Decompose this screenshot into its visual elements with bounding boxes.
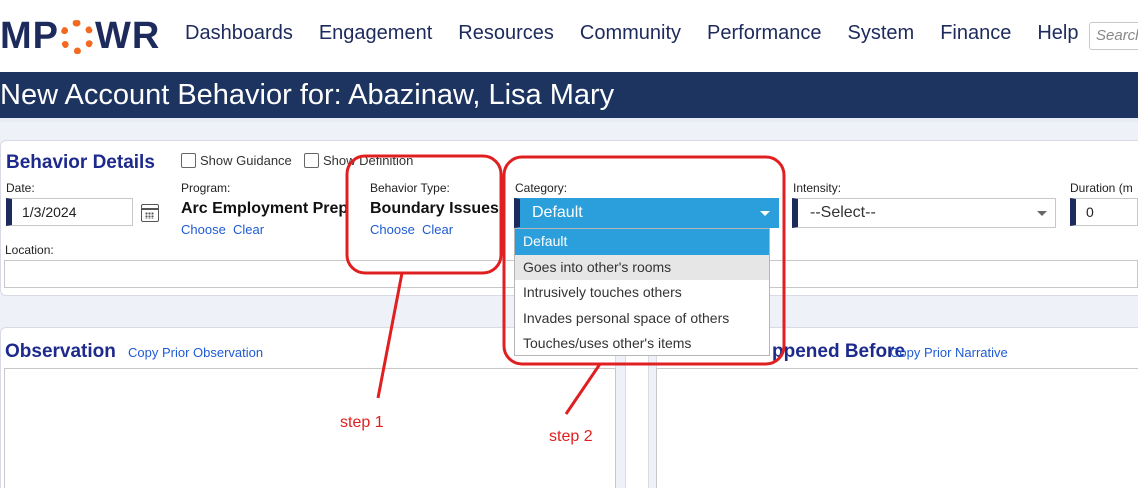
main-nav: Dashboards Engagement Resources Communit…: [185, 22, 1105, 45]
observation-title: Observation: [5, 341, 116, 362]
category-option-goes-into-rooms[interactable]: Goes into other's rooms: [515, 254, 769, 280]
nav-finance[interactable]: Finance: [940, 22, 1011, 45]
logo-ring-icon: [60, 20, 94, 54]
category-option-default[interactable]: Default: [515, 229, 769, 255]
behavior-type-clear-link[interactable]: Clear: [422, 222, 453, 237]
show-definition-label: Show Definition: [323, 153, 414, 168]
search-input[interactable]: Search: [1089, 22, 1138, 50]
checkbox-box[interactable]: [181, 153, 196, 168]
behavior-type-label: Behavior Type:: [370, 181, 450, 195]
category-option-invades-personal-space[interactable]: Invades personal space of others: [515, 306, 769, 332]
category-selected-value: Default: [532, 204, 583, 221]
program-value: Arc Employment Prep: [181, 200, 349, 217]
nav-resources[interactable]: Resources: [458, 22, 554, 45]
intensity-selected-value: --Select--: [810, 204, 876, 221]
checkbox-box[interactable]: [304, 153, 319, 168]
duration-input[interactable]: 0: [1070, 198, 1138, 226]
copy-prior-observation-link[interactable]: Copy Prior Observation: [128, 345, 263, 360]
show-guidance-checkbox[interactable]: Show Guidance: [181, 153, 292, 168]
program-clear-link[interactable]: Clear: [233, 222, 264, 237]
observation-textarea[interactable]: [4, 368, 616, 488]
nav-engagement[interactable]: Engagement: [319, 22, 432, 45]
nav-performance[interactable]: Performance: [707, 22, 822, 45]
category-option-touches-items[interactable]: Touches/uses other's items: [515, 331, 769, 357]
category-label: Category:: [515, 181, 568, 195]
nav-community[interactable]: Community: [580, 22, 681, 45]
happened-before-title: ppened Before: [772, 341, 906, 362]
logo-text-left: MP: [0, 14, 59, 57]
nav-help[interactable]: Help: [1037, 22, 1078, 45]
date-input[interactable]: 1/3/2024: [6, 198, 133, 226]
location-label: Location:: [5, 243, 54, 257]
nav-system[interactable]: System: [848, 22, 915, 45]
category-select[interactable]: Default: [514, 198, 779, 228]
nav-dashboards[interactable]: Dashboards: [185, 22, 293, 45]
behavior-details-title: Behavior Details: [6, 152, 155, 173]
chevron-down-icon: [1037, 211, 1047, 216]
duration-label: Duration (m: [1070, 181, 1133, 195]
program-choose-link[interactable]: Choose: [181, 222, 226, 237]
calendar-icon[interactable]: [141, 204, 159, 222]
happened-before-textarea[interactable]: [656, 368, 1138, 488]
show-guidance-label: Show Guidance: [200, 153, 292, 168]
step1-annotation: step 1: [340, 414, 384, 431]
behavior-type-choose-link[interactable]: Choose: [370, 222, 415, 237]
page-title: New Account Behavior for: Abazinaw, Lisa…: [0, 72, 1138, 118]
logo-text-right: WR: [95, 14, 161, 57]
intensity-select[interactable]: --Select--: [792, 198, 1056, 228]
intensity-label: Intensity:: [793, 181, 842, 195]
mpowr-logo[interactable]: MP WR: [0, 14, 161, 57]
chevron-down-icon: [760, 211, 770, 216]
show-definition-checkbox[interactable]: Show Definition: [304, 153, 413, 168]
program-label: Program:: [181, 181, 231, 195]
top-navigation: MP WR Dashboards Engagement Resources Co…: [0, 0, 1138, 72]
step2-annotation: step 2: [549, 428, 593, 445]
copy-prior-narrative-link[interactable]: Copy Prior Narrative: [890, 345, 1008, 360]
category-option-intrusively-touches[interactable]: Intrusively touches others: [515, 280, 769, 306]
behavior-type-value: Boundary Issues: [370, 200, 499, 217]
date-label: Date:: [6, 181, 35, 195]
category-dropdown-list: Default Goes into other's rooms Intrusiv…: [514, 228, 770, 356]
